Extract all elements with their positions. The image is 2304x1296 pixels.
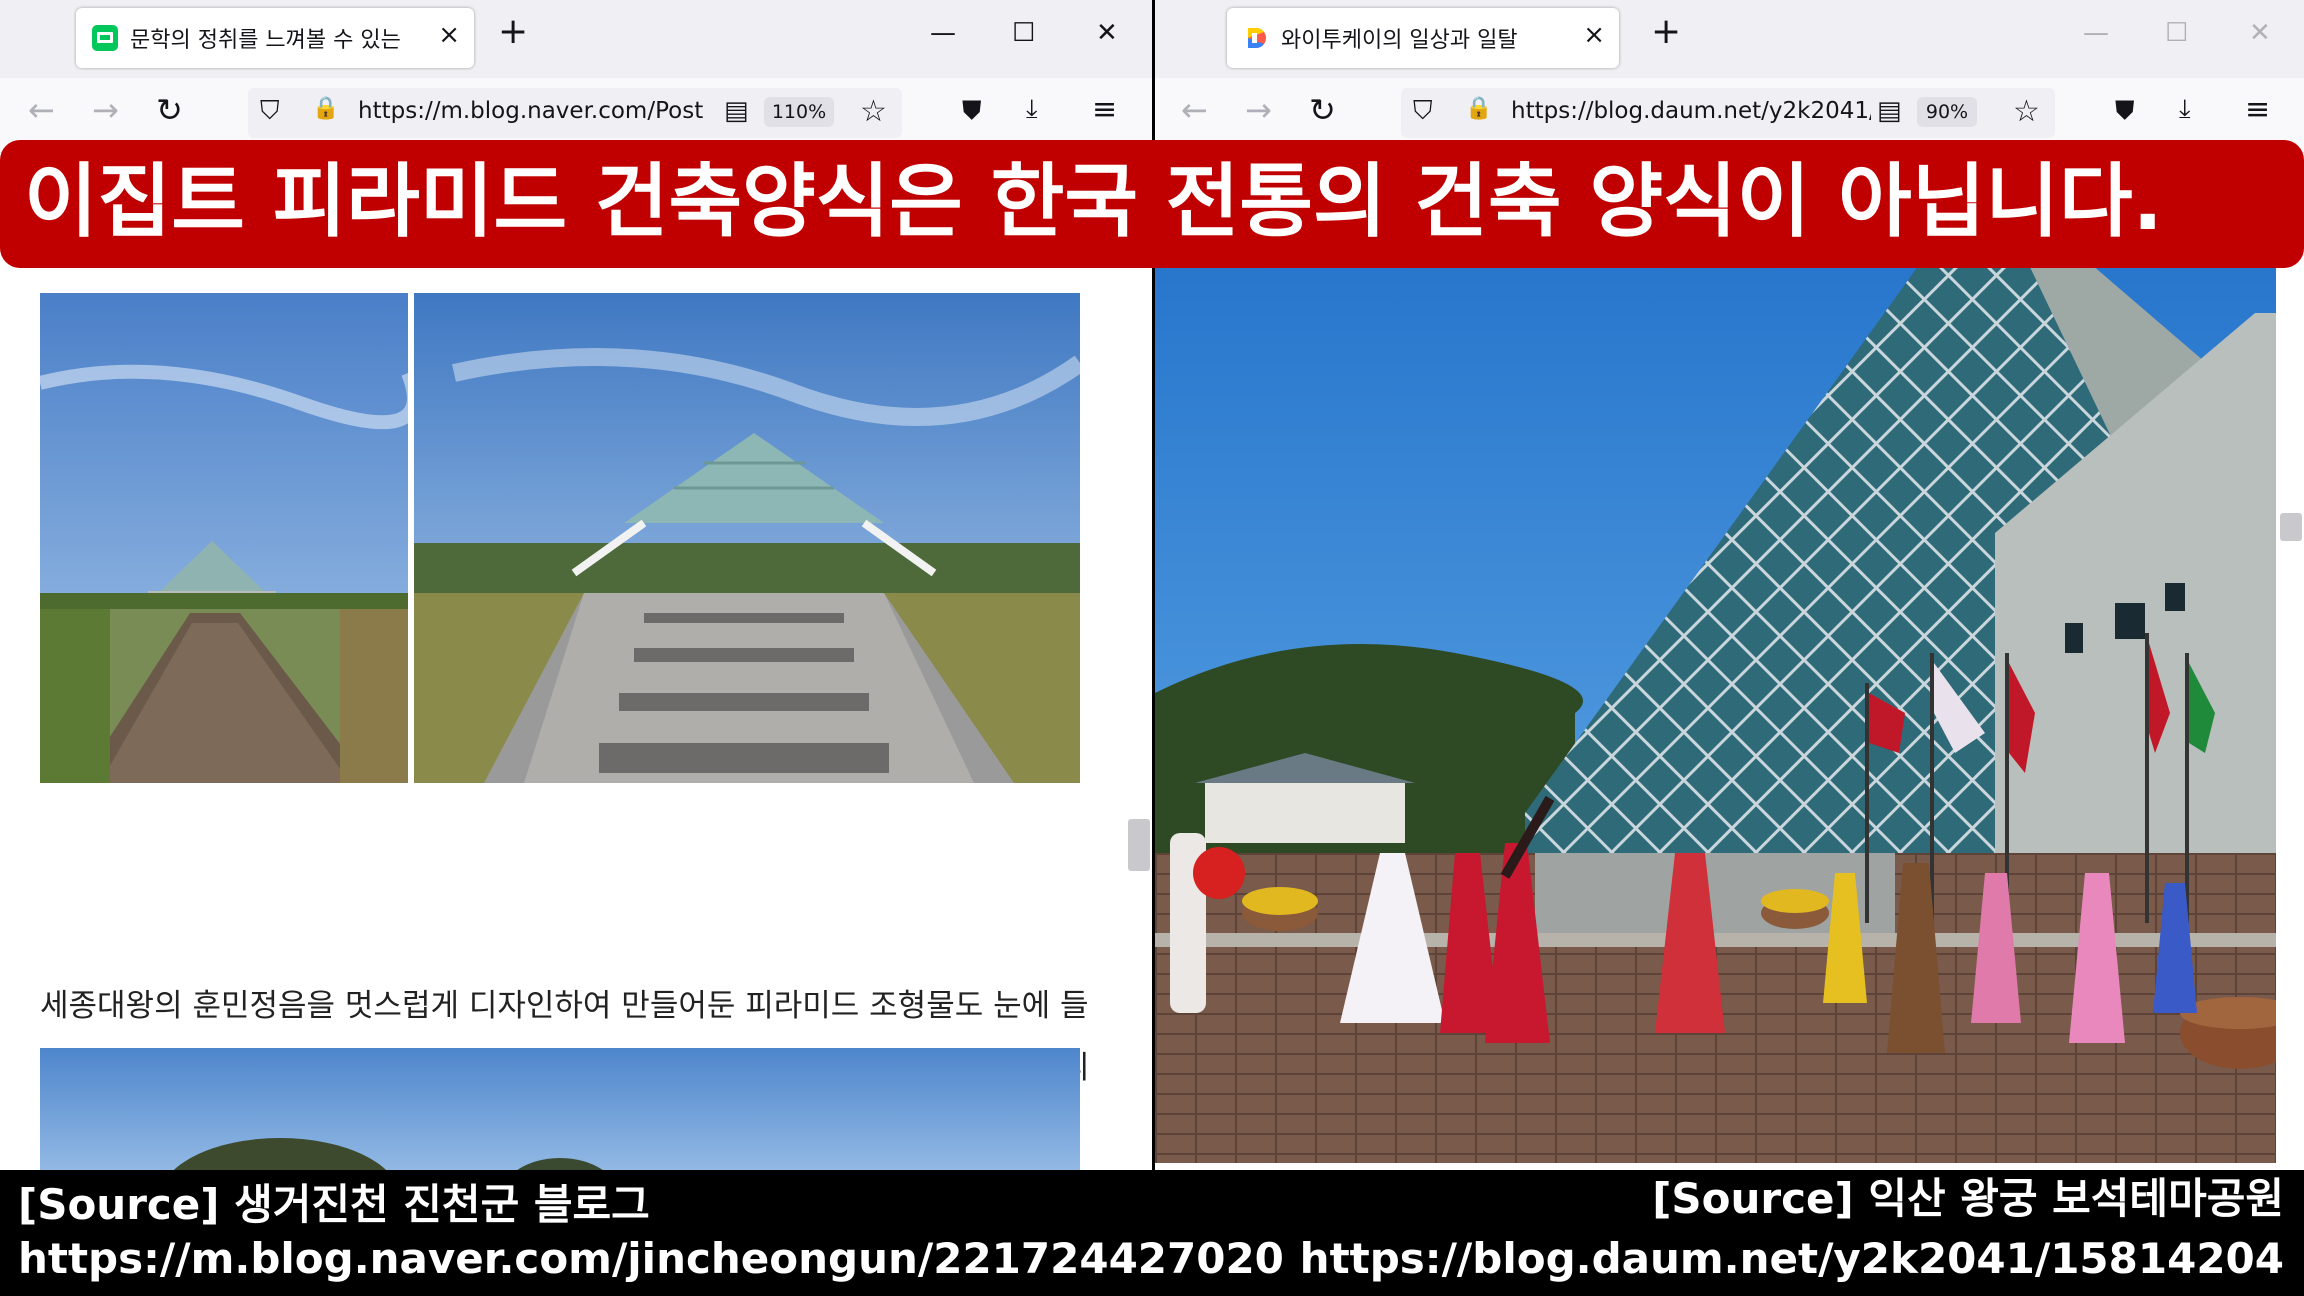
zoom-level-badge[interactable]: 90% <box>1917 97 1977 127</box>
tab-title: 와이투케이의 일상과 일탈 <box>1281 28 1518 53</box>
reader-view-icon[interactable]: ▤ <box>1877 96 1902 126</box>
menu-icon[interactable]: ≡ <box>2245 92 2270 127</box>
download-icon[interactable]: ⤓ <box>1026 94 1038 125</box>
warning-banner: 이집트 피라미드 건축양식은 한국 전통의 건축 양식이 아닙니다. <box>0 140 2304 268</box>
page-content: 세종대왕의 훈민정음을 멋스럽게 디자인하여 만들어둔 피라미드 조형물도 눈에… <box>0 153 1152 1170</box>
lock-icon[interactable]: 🔒 <box>1465 96 1492 121</box>
window-close-button[interactable]: ✕ <box>1096 18 1118 48</box>
url-bar[interactable]: ⛉ 🔒 https://blog.daum.net/y2k2041/ ▤ 90%… <box>1401 88 2055 138</box>
lock-icon[interactable]: 🔒 <box>312 96 339 121</box>
right-source-caption: [Source] 익산 왕궁 보석테마공원 <box>1652 1174 2284 1223</box>
left-source-url: https://m.blog.naver.com/jincheongun/221… <box>18 1234 1284 1283</box>
next-photo-partial <box>40 1048 1080 1170</box>
bookmark-star-icon[interactable]: ☆ <box>2013 94 2040 129</box>
scrollbar[interactable] <box>1124 153 1152 1170</box>
download-icon[interactable]: ⤓ <box>2179 94 2191 125</box>
pocket-icon[interactable]: ⛊ <box>962 96 982 127</box>
new-tab-button[interactable]: + <box>498 14 528 50</box>
url-text[interactable]: https://blog.daum.net/y2k2041/ <box>1511 98 1871 124</box>
scrollbar-thumb[interactable] <box>1128 819 1150 871</box>
forward-button[interactable]: → <box>1245 94 1272 126</box>
naver-blog-favicon-icon <box>92 25 118 51</box>
shield-icon[interactable]: ⛉ <box>260 96 280 127</box>
maximize-button[interactable]: ☐ <box>2165 18 2188 48</box>
pyramid-photo-small <box>40 293 408 783</box>
maximize-button[interactable]: ☐ <box>1012 18 1035 48</box>
tab-close-icon[interactable]: × <box>438 20 460 50</box>
pocket-icon[interactable]: ⛊ <box>2115 96 2135 127</box>
zoom-level-badge[interactable]: 110% <box>764 97 834 127</box>
url-bar[interactable]: ⛉ 🔒 https://m.blog.naver.com/Post ▤ 110%… <box>248 88 902 138</box>
tab-title: 문학의 정취를 느껴볼 수 있는 <box>130 28 401 53</box>
tab-daum-blog[interactable]: 와이투케이의 일상과 일탈 × <box>1227 8 1619 68</box>
reload-button[interactable]: ↻ <box>156 94 183 126</box>
window-close-button[interactable]: ✕ <box>2249 18 2271 48</box>
minimize-button[interactable]: — <box>2083 18 2109 48</box>
scrollbar-thumb[interactable] <box>2280 513 2302 541</box>
shield-icon[interactable]: ⛉ <box>1413 96 1433 127</box>
left-source-caption: [Source] 생거진천 진천군 블로그 <box>18 1180 650 1229</box>
tab-strip: 문학의 정취를 느껴볼 수 있는 × + — ☐ ✕ <box>0 0 1152 78</box>
new-tab-button[interactable]: + <box>1651 14 1681 50</box>
page-content <box>1155 153 2304 1170</box>
forward-button[interactable]: → <box>92 94 119 126</box>
tab-close-icon[interactable]: × <box>1583 20 1605 50</box>
right-source-url: https://blog.daum.net/y2k2041/15814204 <box>1299 1234 2284 1283</box>
reader-view-icon[interactable]: ▤ <box>724 96 749 126</box>
reload-button[interactable]: ↻ <box>1309 94 1336 126</box>
back-button[interactable]: ← <box>1181 94 1208 126</box>
bookmark-star-icon[interactable]: ☆ <box>860 94 887 129</box>
url-text[interactable]: https://m.blog.naver.com/Post <box>358 98 718 124</box>
pyramid-festival-photo <box>1155 153 2276 1163</box>
pyramid-photo-large <box>414 293 1080 783</box>
tab-naver-blog[interactable]: 문학의 정취를 느껴볼 수 있는 × <box>76 8 474 68</box>
back-button[interactable]: ← <box>28 94 55 126</box>
daum-blog-favicon-icon <box>1243 25 1269 51</box>
scrollbar[interactable] <box>2276 153 2304 1170</box>
banner-text: 이집트 피라미드 건축양식은 한국 전통의 건축 양식이 아닙니다. <box>24 155 2163 248</box>
minimize-button[interactable]: — <box>930 18 956 48</box>
menu-icon[interactable]: ≡ <box>1092 92 1117 127</box>
tab-strip: 와이투케이의 일상과 일탈 × + — ☐ ✕ <box>1155 0 2304 78</box>
